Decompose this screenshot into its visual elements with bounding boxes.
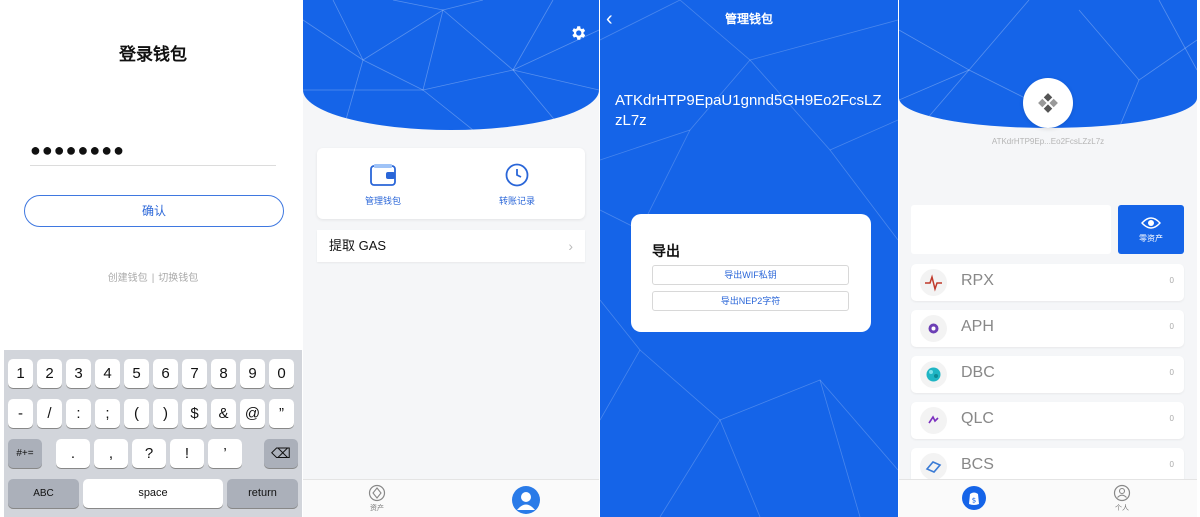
keyboard: 1 2 3 4 5 6 7 8 9 0 - / : ; ( ) $ & @ ” … xyxy=(4,350,302,517)
key[interactable]: : xyxy=(66,399,91,428)
wallet-address-short: ATKdrHTP9Ep...Eo2FcsLZzL7z xyxy=(991,137,1105,146)
tab-bar: $ 个人 xyxy=(899,479,1197,517)
tab-assets-label: 资产 xyxy=(370,505,384,512)
key[interactable]: $ xyxy=(182,399,207,428)
token-value: 0 xyxy=(1169,414,1174,423)
wallet-avatar xyxy=(1023,78,1073,128)
confirm-button[interactable]: 确认 xyxy=(24,195,284,227)
key[interactable]: & xyxy=(211,399,236,428)
key[interactable]: 0 xyxy=(269,359,294,388)
claim-gas-row[interactable]: 提取 GAS › xyxy=(317,230,585,262)
key[interactable]: 3 xyxy=(66,359,91,388)
abc-key[interactable]: ABC xyxy=(8,479,79,508)
wallet-links: 创建钱包 | 切换钱包 xyxy=(4,269,302,284)
token-value: 0 xyxy=(1169,322,1174,331)
key[interactable]: / xyxy=(37,399,62,428)
token-name: RPX xyxy=(961,272,994,289)
page-title: 登录钱包 xyxy=(119,45,187,64)
token-row-aph[interactable]: APH 0 xyxy=(911,310,1184,347)
create-wallet-link[interactable]: 创建钱包 xyxy=(106,273,150,284)
key[interactable]: 4 xyxy=(95,359,120,388)
user-avatar-icon xyxy=(512,486,540,514)
key[interactable]: , xyxy=(94,439,128,468)
tab-personal-label: 个人 xyxy=(1115,505,1129,512)
key[interactable]: ’ xyxy=(208,439,242,468)
key[interactable]: 6 xyxy=(153,359,178,388)
delete-key[interactable]: ⌫ xyxy=(264,439,298,468)
key[interactable]: . xyxy=(56,439,90,468)
tab-assets-active[interactable]: $ xyxy=(944,485,1004,512)
page-title: 管理钱包 xyxy=(724,12,773,26)
symbols-key[interactable]: #+= xyxy=(8,439,42,468)
svg-text:$: $ xyxy=(972,497,976,505)
money-bag-icon: $ xyxy=(962,486,986,510)
aph-icon xyxy=(920,315,947,342)
key[interactable]: ? xyxy=(132,439,166,468)
key[interactable]: ) xyxy=(153,399,178,428)
wallet-icon xyxy=(370,164,396,186)
token-name: BCS xyxy=(961,456,994,473)
header-banner xyxy=(303,0,599,130)
key[interactable]: ( xyxy=(124,399,149,428)
assets-screen: ATKdrHTP9Ep...Eo2FcsLZzL7z 零资产 RPX 0 APH… xyxy=(899,0,1197,517)
key[interactable]: 8 xyxy=(211,359,236,388)
switch-wallet-link[interactable]: 切换钱包 xyxy=(156,273,200,284)
token-name: QLC xyxy=(961,410,994,427)
transfer-history-label: 转账记录 xyxy=(498,196,535,206)
export-wif-button[interactable]: 导出WIF私钥 xyxy=(652,265,849,285)
tab-assets[interactable]: 资产 xyxy=(347,484,407,513)
token-value: 0 xyxy=(1169,368,1174,377)
space-key[interactable]: space xyxy=(83,479,223,508)
key[interactable]: ! xyxy=(170,439,204,468)
login-screen: 登录钱包 ●●●●●●●● 确认 创建钱包 | 切换钱包 1 2 3 4 5 6 7… xyxy=(4,0,302,517)
return-key[interactable]: return xyxy=(227,479,298,508)
token-value: 0 xyxy=(1169,460,1174,469)
password-field[interactable]: ●●●●●●●● xyxy=(30,138,276,166)
settings-gear-icon[interactable] xyxy=(569,24,587,42)
clock-icon xyxy=(505,163,529,187)
zero-assets-toggle[interactable]: 零资产 xyxy=(1118,205,1184,254)
key[interactable]: - xyxy=(8,399,33,428)
assets-icon xyxy=(368,484,386,502)
asset-summary-box xyxy=(911,205,1111,254)
key[interactable]: 9 xyxy=(240,359,265,388)
rpx-icon xyxy=(920,269,947,296)
bcs-icon xyxy=(920,453,947,480)
key[interactable]: @ xyxy=(240,399,265,428)
key[interactable]: 1 xyxy=(8,359,33,388)
claim-gas-label: 提取 GAS xyxy=(329,238,387,253)
key[interactable]: ” xyxy=(269,399,294,428)
eye-icon xyxy=(1141,217,1161,229)
wallet-address: ATKdrHTP9EpaU1gnnd5GH9Eo2FcsLZzL7z xyxy=(615,92,882,129)
export-dialog: 导出 导出WIF私钥 导出NEP2字符 xyxy=(631,214,871,332)
key[interactable]: 2 xyxy=(37,359,62,388)
dbc-icon xyxy=(920,361,947,388)
export-nep2-button[interactable]: 导出NEP2字符 xyxy=(652,291,849,311)
transfer-history-action[interactable]: 转账记录 xyxy=(467,162,567,207)
token-value: 0 xyxy=(1169,276,1174,285)
neo-logo-icon xyxy=(1038,93,1058,113)
manage-wallet-action[interactable]: 管理钱包 xyxy=(333,162,433,207)
tab-personal[interactable]: 个人 xyxy=(1092,484,1152,513)
tab-bar: 资产 xyxy=(303,479,599,517)
key[interactable]: 7 xyxy=(182,359,207,388)
zero-assets-label: 零资产 xyxy=(1139,234,1163,243)
token-name: DBC xyxy=(961,364,995,381)
manage-wallet-screen: ‹ 管理钱包 ATKdrHTP9EpaU1gnnd5GH9Eo2FcsLZzL7… xyxy=(600,0,898,517)
tab-personal-active[interactable] xyxy=(496,485,556,516)
token-row-dbc[interactable]: DBC 0 xyxy=(911,356,1184,393)
manage-wallet-label: 管理钱包 xyxy=(364,196,401,206)
token-row-rpx[interactable]: RPX 0 xyxy=(911,264,1184,301)
export-title: 导出 xyxy=(652,243,680,259)
token-row-qlc[interactable]: QLC 0 xyxy=(911,402,1184,439)
key[interactable]: ; xyxy=(95,399,120,428)
wallet-home-screen: 管理钱包 转账记录 提取 GAS › 资产 xyxy=(303,0,599,517)
qlc-icon xyxy=(920,407,947,434)
chevron-right-icon: › xyxy=(568,238,573,254)
network-pattern xyxy=(303,0,599,130)
user-icon xyxy=(1113,484,1131,502)
token-name: APH xyxy=(961,318,994,335)
key[interactable]: 5 xyxy=(124,359,149,388)
quick-actions-card: 管理钱包 转账记录 xyxy=(317,148,585,219)
